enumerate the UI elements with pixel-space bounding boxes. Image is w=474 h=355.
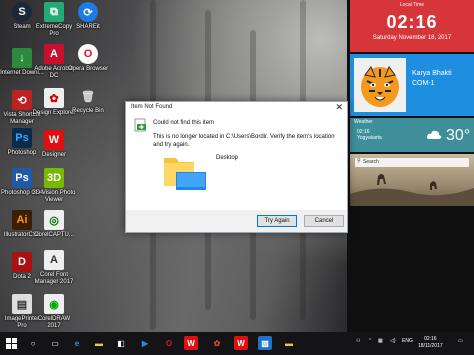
store-icon[interactable]: ◧ — [114, 336, 128, 350]
desktop-icon-shareit[interactable]: ⟳ SHAREit — [66, 2, 110, 31]
local-time-header: Local Time — [399, 2, 425, 8]
desktop-icon-recycle-bin[interactable]: 🗑 Recycle Bin — [66, 86, 110, 115]
edge-icon[interactable]: e — [70, 336, 84, 350]
photoshop-icon: Ps — [12, 128, 32, 148]
notifications-icon[interactable]: ▭ — [458, 338, 463, 344]
designer-taskbar-icon-2[interactable]: W — [234, 336, 248, 350]
desktop-icon-corelcapture[interactable]: ◎ CorelCAPTU... — [32, 210, 76, 239]
taskbar-time: 02:16 — [424, 336, 437, 342]
desktop-icon-designer[interactable]: W Designer — [32, 130, 76, 159]
acrobat-icon: A — [44, 44, 64, 64]
folder-icon — [164, 158, 206, 190]
desktop-icon-corel-font-manager[interactable]: A Corel Font Manager 2017 — [32, 250, 76, 286]
taskbar: ○ ▭ e ▬ ◧ ▶ O W ✿ W ▨ ▬ ⚇ ⌃ ▦ ◁) ENG 02:… — [0, 332, 474, 355]
taskbar-clock[interactable]: 02:16 18/11/2017 — [418, 336, 443, 350]
dialog-message: This is no longer located in C:\Users\Bo… — [153, 134, 335, 148]
cloud-icon — [426, 130, 442, 139]
dialog-title: Item Not Found — [131, 104, 173, 110]
dialog-titlebar[interactable]: Item Not Found ✕ — [126, 102, 347, 113]
corel-font-manager-icon: A — [44, 250, 64, 270]
weather-place: Yogyakarta — [357, 135, 382, 141]
local-time-tile[interactable]: Local Time 02:16 Saturday November 18, 2… — [350, 0, 474, 52]
weather-tile[interactable]: Weather 02:16 Yogyakarta 30° — [350, 118, 474, 152]
team-score: COM-1 — [412, 80, 435, 87]
desktop-icon-3d-vision[interactable]: 3D 3D Vision Photo Viewer — [32, 168, 76, 204]
missing-item-name: Desktop — [216, 155, 239, 161]
dota2-icon: D — [12, 252, 32, 272]
photoshop-cs4-icon: Ps — [12, 168, 32, 188]
coreldraw-icon: ◉ — [44, 294, 64, 314]
local-time-date: Saturday November 18, 2017 — [372, 35, 452, 41]
extremecopy-icon: ⧉ — [44, 2, 64, 22]
dialog-heading: Could not find this item — [153, 120, 215, 126]
volume-icon[interactable]: ◁) — [390, 338, 396, 344]
desktop-icon-coreldraw[interactable]: ◉ CorelDRAW 2017 — [32, 294, 76, 330]
designer-taskbar-icon[interactable]: W — [184, 336, 198, 350]
weather-header: Weather — [354, 119, 373, 125]
team-tile[interactable]: Karya Bhakti COM-1 — [350, 54, 474, 116]
design-explorer-icon: ✿ — [44, 88, 64, 108]
shortcut-arrow-icon — [134, 118, 146, 132]
network-icon[interactable]: ▦ — [378, 338, 383, 344]
corel-capture-icon: ◎ — [44, 210, 64, 230]
shareit-icon: ⟳ — [78, 2, 98, 22]
search-tile: ⚲ Search — [350, 154, 474, 206]
printer-icon: ▤ — [12, 294, 32, 314]
language-indicator[interactable]: ENG — [402, 338, 413, 344]
designer-icon: W — [44, 130, 64, 150]
close-icon[interactable]: ✕ — [335, 102, 343, 113]
try-again-button[interactable]: Try Again — [257, 215, 297, 227]
file-explorer-icon[interactable]: ▬ — [92, 336, 106, 350]
dialog-footer: Try Again Cancel — [126, 210, 347, 232]
team-name: Karya Bhakti — [412, 70, 452, 77]
shortcut-manager-icon: ⟲ — [12, 90, 32, 110]
people-icon[interactable]: ⚇ — [356, 338, 360, 344]
taskbar-date: 18/11/2017 — [418, 343, 443, 349]
landscape-photo — [350, 174, 474, 206]
cancel-button[interactable]: Cancel — [304, 215, 344, 227]
opera-icon: O — [78, 44, 98, 64]
folder-taskbar-icon[interactable]: ▬ — [282, 336, 296, 350]
recycle-bin-icon: 🗑 — [81, 90, 95, 103]
corel-taskbar-icon[interactable]: ✿ — [210, 336, 224, 350]
desktop-icon-opera[interactable]: O Opera Browser — [66, 44, 110, 73]
3d-vision-icon: 3D — [44, 168, 64, 188]
opera-taskbar-icon[interactable]: O — [162, 336, 176, 350]
internet-download-icon: ↓ — [12, 48, 32, 68]
tray-chevron-up-icon[interactable]: ⌃ — [368, 338, 372, 344]
weather-temperature: 30° — [446, 127, 471, 144]
steam-icon: S — [12, 2, 32, 22]
photos-taskbar-icon[interactable]: ▨ — [258, 336, 272, 350]
task-view-icon[interactable]: ▭ — [48, 336, 62, 350]
start-button[interactable] — [4, 336, 18, 350]
tiger-logo-icon — [354, 58, 406, 112]
search-icon[interactable]: ○ — [26, 336, 40, 350]
illustrator-icon: Ai — [12, 210, 32, 230]
windows-logo-icon — [5, 337, 17, 349]
item-not-found-dialog: Item Not Found ✕ Could not find this ite… — [125, 101, 348, 233]
local-time-clock: 02:16 — [386, 12, 438, 32]
media-player-icon[interactable]: ▶ — [138, 336, 152, 350]
